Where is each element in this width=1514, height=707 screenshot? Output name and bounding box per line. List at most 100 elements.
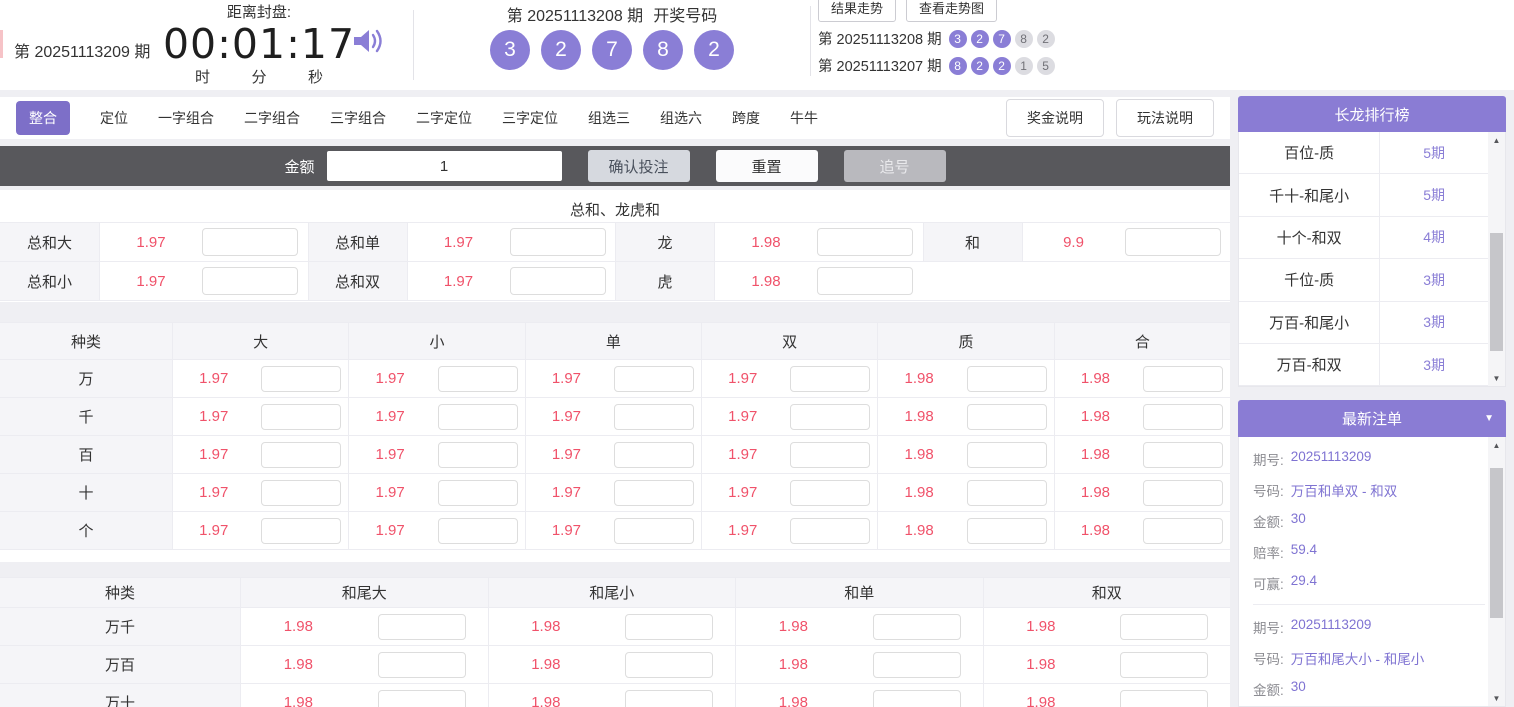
scrollbar[interactable]: ▲ ▼ [1488,132,1505,386]
bet-cell: 1.98 [488,684,736,707]
bet-input[interactable] [790,518,870,544]
scrollbar-thumb[interactable] [1490,233,1503,351]
speaker-icon[interactable] [352,26,384,56]
bet-cell: 1.98 [983,608,1231,646]
bet-input[interactable] [873,652,961,678]
bet-input[interactable] [1120,652,1208,678]
tab-kuadu[interactable]: 跨度 [732,108,760,128]
collapse-icon[interactable]: ▼ [1484,413,1494,424]
bet-input[interactable] [261,518,341,544]
column-header: 双 [701,323,877,360]
list-item[interactable]: 千位-质3期 [1239,259,1488,301]
bet-input[interactable] [378,652,466,678]
bet-cell: 龙1.98 [615,223,923,261]
bet-input[interactable] [438,366,518,392]
field-label: 金额: [1253,679,1284,699]
amount-input[interactable] [327,151,562,181]
bet-input[interactable] [1143,518,1223,544]
bet-input[interactable] [873,614,961,640]
bet-input[interactable] [790,366,870,392]
tab-erzi-zuhe[interactable]: 二字组合 [244,108,300,128]
list-item[interactable]: 万百-和尾小3期 [1239,302,1488,344]
tab-erzi-dingwei[interactable]: 二字定位 [416,108,472,128]
bet-input[interactable] [438,518,518,544]
chase-number-button[interactable]: 追号 [844,150,946,182]
bet-input[interactable] [614,518,694,544]
bet-input[interactable] [438,442,518,468]
tab-dingwei[interactable]: 定位 [100,108,128,128]
bet-input[interactable] [625,652,713,678]
tab-sanzi-dingwei[interactable]: 三字定位 [502,108,558,128]
bet-input[interactable] [1125,228,1221,256]
bet-input[interactable] [967,366,1047,392]
bet-cell: 1.97 [348,436,524,474]
bet-input[interactable] [817,228,913,256]
bet-input[interactable] [614,366,694,392]
tab-yizi-zuhe[interactable]: 一字组合 [158,108,214,128]
bet-input[interactable] [1120,690,1208,707]
tab-zuxuan3[interactable]: 组选三 [588,108,630,128]
view-trend-chart-button[interactable]: 查看走势图 [906,0,997,22]
odds-value: 1.97 [702,370,784,387]
bet-input[interactable] [967,442,1047,468]
bet-input[interactable] [1120,614,1208,640]
bet-input[interactable] [790,442,870,468]
bet-input[interactable] [378,690,466,707]
bet-input[interactable] [510,267,606,295]
bet-input[interactable] [438,404,518,430]
bet-input[interactable] [261,366,341,392]
bet-cell: 总和双1.97 [308,262,616,300]
bet-input[interactable] [202,228,298,256]
scroll-down-icon[interactable]: ▼ [1488,370,1505,386]
bet-input[interactable] [967,480,1047,506]
bet-input[interactable] [614,480,694,506]
bet-input[interactable] [817,267,913,295]
confirm-bet-button[interactable]: 确认投注 [588,150,690,182]
bet-input[interactable] [510,228,606,256]
bet-input[interactable] [790,404,870,430]
scroll-down-icon[interactable]: ▼ [1488,690,1505,706]
scroll-up-icon[interactable]: ▲ [1488,437,1505,453]
bet-input[interactable] [261,442,341,468]
list-item[interactable]: 千十-和尾小5期 [1239,174,1488,216]
bet-input[interactable] [438,480,518,506]
tab-zuxuan6[interactable]: 组选六 [660,108,702,128]
list-item[interactable]: 百位-质5期 [1239,132,1488,174]
play-help-button[interactable]: 玩法说明 [1116,99,1214,137]
bet-input[interactable] [790,480,870,506]
history-balls: 8 2 2 1 5 [949,57,1055,75]
prize-help-button[interactable]: 奖金说明 [1006,99,1104,137]
scrollbar-thumb[interactable] [1490,468,1503,618]
bet-input[interactable] [1143,366,1223,392]
order-entry: 期号:20251113209 号码:万百和单双 - 和双 金额:30 赔率:59… [1253,449,1491,593]
bet-input[interactable] [614,404,694,430]
bet-input[interactable] [1143,442,1223,468]
tab-niuniu[interactable]: 牛牛 [790,108,818,128]
bet-input[interactable] [1143,404,1223,430]
latest-orders-header: 最新注单 ▼ [1238,400,1506,437]
odds-value: 1.97 [349,522,431,539]
scrollbar-track[interactable] [1488,148,1505,370]
results-trend-button[interactable]: 结果走势 [818,0,896,22]
bet-input[interactable] [378,614,466,640]
bet-cell: 1.98 [488,608,736,646]
bet-input[interactable] [625,690,713,707]
scrollbar-track[interactable] [1488,453,1505,690]
list-item[interactable]: 万百-和双3期 [1239,344,1488,386]
bet-input[interactable] [614,442,694,468]
bet-input[interactable] [967,404,1047,430]
reset-button[interactable]: 重置 [716,150,818,182]
bet-input[interactable] [261,404,341,430]
bet-input[interactable] [261,480,341,506]
bet-input[interactable] [625,614,713,640]
bet-input[interactable] [967,518,1047,544]
bet-input[interactable] [1143,480,1223,506]
bet-input[interactable] [873,690,961,707]
scroll-up-icon[interactable]: ▲ [1488,132,1505,148]
bet-cell: 1.97 [701,512,877,550]
tab-sanzi-zuhe[interactable]: 三字组合 [330,108,386,128]
scrollbar[interactable]: ▲ ▼ [1488,437,1505,706]
list-item[interactable]: 十个-和双4期 [1239,217,1488,259]
bet-input[interactable] [202,267,298,295]
tab-zhenghe[interactable]: 整合 [16,101,70,135]
